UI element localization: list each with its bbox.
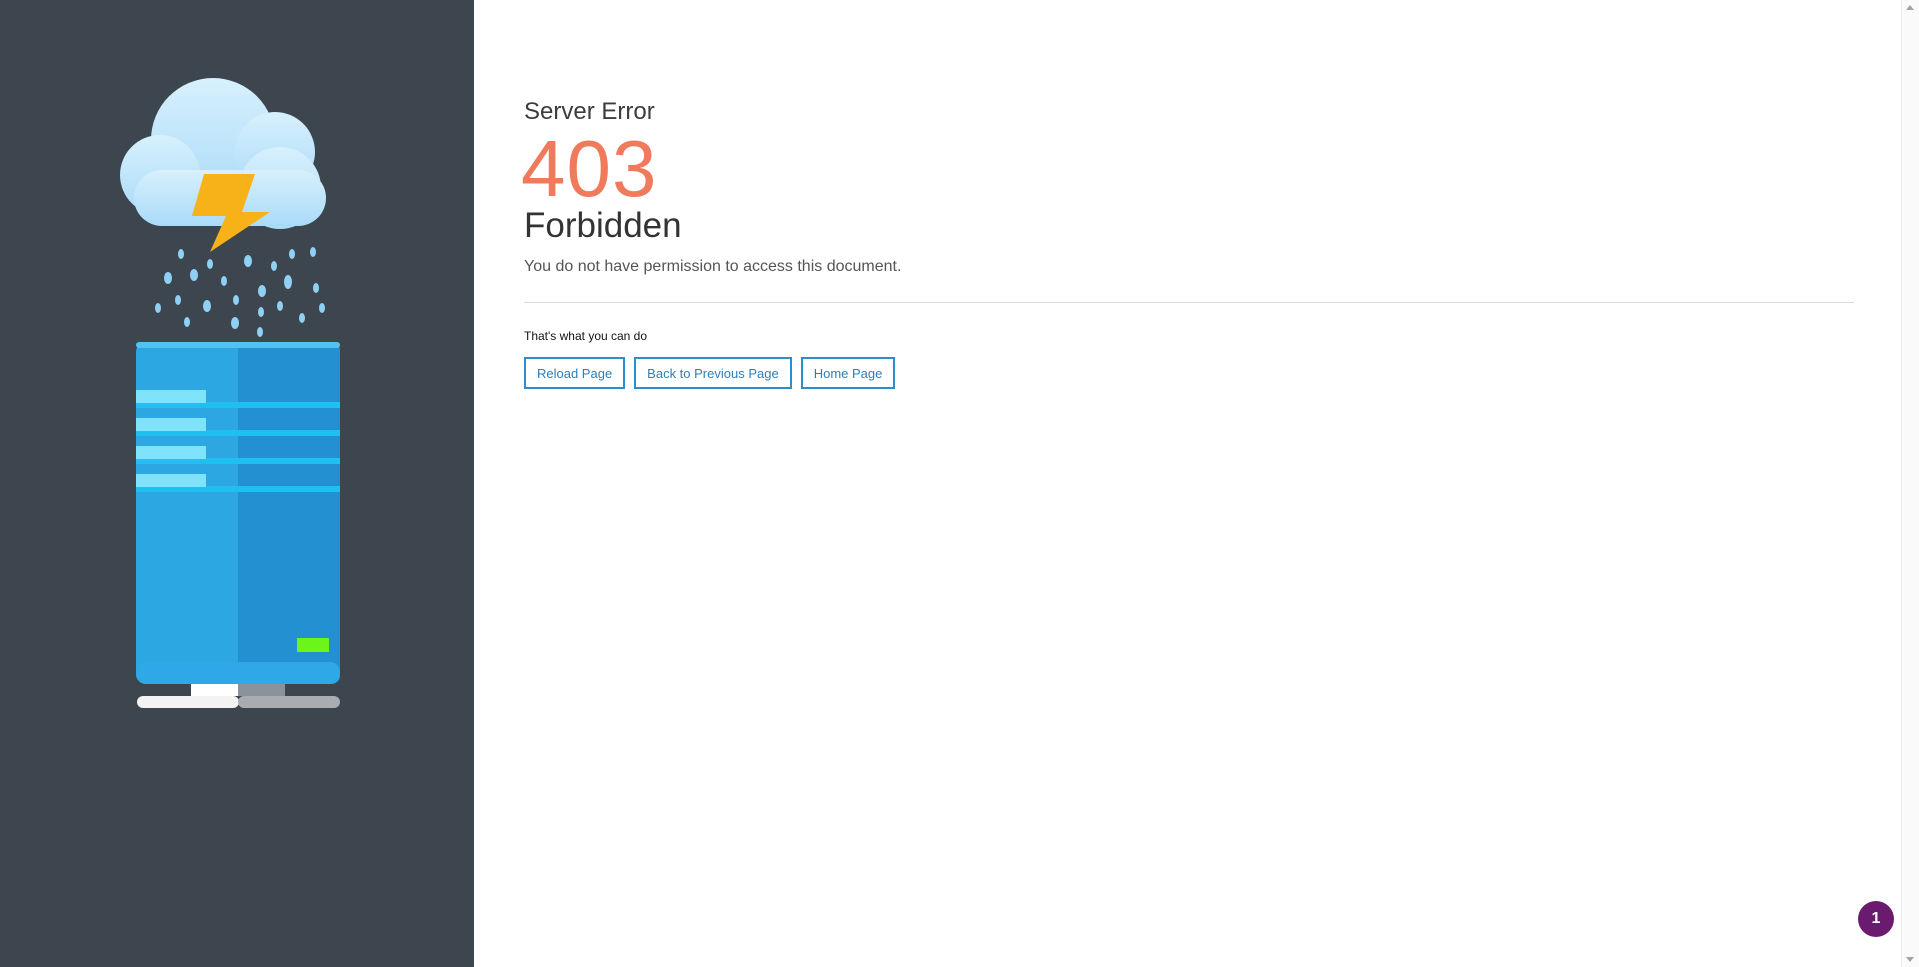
- home-page-button[interactable]: Home Page: [800, 357, 896, 389]
- actions-heading: That's what you can do: [524, 329, 648, 343]
- error-title: Forbidden: [524, 206, 682, 245]
- reload-page-button[interactable]: Reload Page: [524, 357, 626, 389]
- action-buttons: Reload Page Back to Previous Page Home P…: [524, 357, 896, 389]
- error-label: Server Error: [524, 98, 655, 125]
- error-page: Server Error 403 Forbidden You do not ha…: [0, 0, 1919, 967]
- scroll-down-arrow-icon[interactable]: [1906, 957, 1914, 962]
- back-to-previous-page-button[interactable]: Back to Previous Page: [634, 357, 792, 389]
- vertical-scrollbar[interactable]: [1901, 0, 1919, 967]
- server-storm-illustration: [120, 78, 340, 708]
- scroll-up-arrow-icon[interactable]: [1906, 5, 1914, 10]
- main-content: Server Error 403 Forbidden You do not ha…: [521, 0, 1854, 967]
- error-message: You do not have permission to access thi…: [524, 258, 902, 275]
- side-panel: [0, 0, 474, 967]
- server-tower-icon: [136, 342, 340, 708]
- error-code: 403: [521, 124, 658, 213]
- notification-badge[interactable]: 1: [1858, 901, 1894, 937]
- divider: [524, 302, 1854, 303]
- rain-drops-icon: [155, 247, 325, 337]
